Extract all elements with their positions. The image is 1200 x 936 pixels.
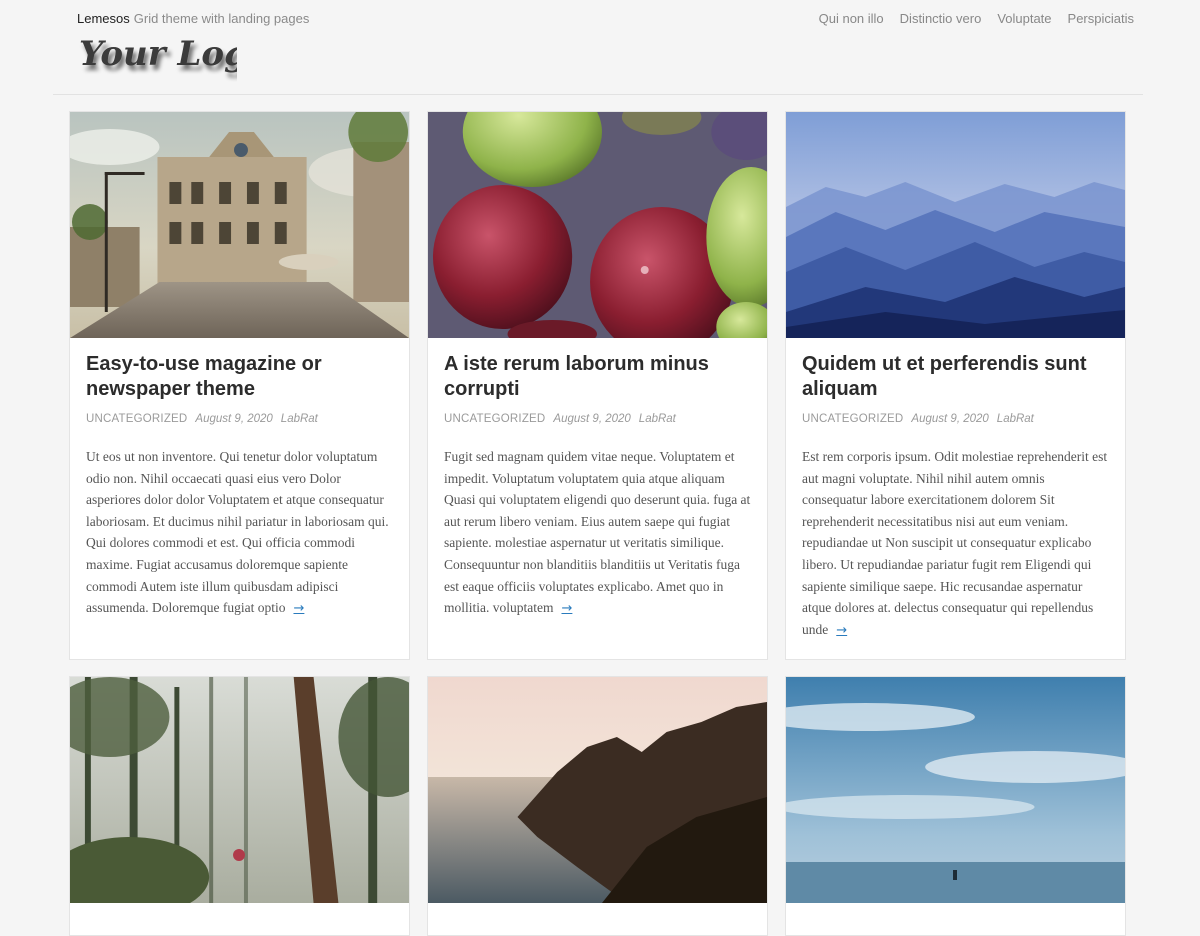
post-excerpt-text: Ut eos ut non inventore. Qui tenetur dol… [86, 449, 389, 616]
post-author[interactable]: LabRat [281, 413, 318, 425]
post-excerpt-text: Est rem corporis ipsum. Odit molestiae r… [802, 449, 1108, 637]
logo-image: Your Logo [79, 34, 237, 74]
nav-item-perspiciatis[interactable]: Perspiciatis [1068, 11, 1134, 27]
post-category[interactable]: UNCATEGORIZED [802, 413, 903, 425]
site-branding: Lemesos Grid theme with landing pages [77, 11, 309, 27]
read-more-arrow-icon[interactable]: → [561, 601, 572, 616]
post-title[interactable]: A iste rerum laborum minus corrupti [444, 352, 751, 402]
post-body: A iste rerum laborum minus corrupti UNCA… [428, 338, 767, 620]
post-thumbnail-misty-forest[interactable] [70, 677, 409, 903]
post-category[interactable]: UNCATEGORIZED [86, 413, 187, 425]
post-title[interactable]: Easy-to-use magazine or newspaper theme [86, 352, 393, 402]
post-title[interactable]: Quidem ut et perferendis sunt aliquam [802, 352, 1109, 402]
post-date[interactable]: August 9, 2020 [195, 413, 272, 425]
post-meta: UNCATEGORIZED August 9, 2020 LabRat [444, 412, 751, 426]
post-grid: Easy-to-use magazine or newspaper theme … [69, 111, 1126, 936]
post-excerpt: Fugit sed magnam quidem vitae neque. Vol… [444, 446, 751, 620]
post-thumbnail-city-street-building[interactable] [70, 112, 409, 338]
site-title-line: Lemesos Grid theme with landing pages [77, 11, 309, 27]
post-date[interactable]: August 9, 2020 [553, 413, 630, 425]
read-more-arrow-icon[interactable]: → [293, 601, 304, 616]
post-excerpt: Est rem corporis ipsum. Odit molestiae r… [802, 446, 1109, 641]
post-thumbnail-sky-over-sea[interactable] [786, 677, 1125, 903]
post-excerpt: Ut eos ut non inventore. Qui tenetur dol… [86, 446, 393, 620]
post-card: Quidem ut et perferendis sunt aliquam UN… [785, 111, 1126, 660]
nav-item-qui-non-illo[interactable]: Qui non illo [819, 11, 884, 27]
post-body: Quidem ut et perferendis sunt aliquam UN… [786, 338, 1125, 641]
header-divider [53, 94, 1143, 95]
site-logo[interactable]: Your Logo [77, 27, 237, 85]
post-card [427, 676, 768, 936]
site-header: Lemesos Grid theme with landing pages You… [0, 0, 1200, 95]
nav-item-voluptate[interactable]: Voluptate [997, 11, 1051, 27]
site-description: Grid theme with landing pages [133, 11, 310, 26]
post-meta: UNCATEGORIZED August 9, 2020 LabRat [86, 412, 393, 426]
post-thumbnail-figs-on-purple[interactable] [428, 112, 767, 338]
post-card [785, 676, 1126, 936]
read-more-arrow-icon[interactable]: → [836, 623, 847, 638]
main-navigation: Qui non illo Distinctio vero Voluptate P… [819, 11, 1134, 27]
post-body: Easy-to-use magazine or newspaper theme … [70, 338, 409, 620]
post-date[interactable]: August 9, 2020 [911, 413, 988, 425]
post-author[interactable]: LabRat [639, 413, 676, 425]
post-card: A iste rerum laborum minus corrupti UNCA… [427, 111, 768, 660]
nav-item-distinctio-vero[interactable]: Distinctio vero [900, 11, 982, 27]
post-thumbnail-blue-mountains[interactable] [786, 112, 1125, 338]
post-meta: UNCATEGORIZED August 9, 2020 LabRat [802, 412, 1109, 426]
post-author[interactable]: LabRat [997, 413, 1034, 425]
post-card: Easy-to-use magazine or newspaper theme … [69, 111, 410, 660]
site-name[interactable]: Lemesos [77, 11, 130, 26]
post-category[interactable]: UNCATEGORIZED [444, 413, 545, 425]
post-card [69, 676, 410, 936]
post-excerpt-text: Fugit sed magnam quidem vitae neque. Vol… [444, 449, 751, 616]
logo-text: Your Logo [79, 34, 237, 74]
post-thumbnail-sea-cliff-sunset[interactable] [428, 677, 767, 903]
